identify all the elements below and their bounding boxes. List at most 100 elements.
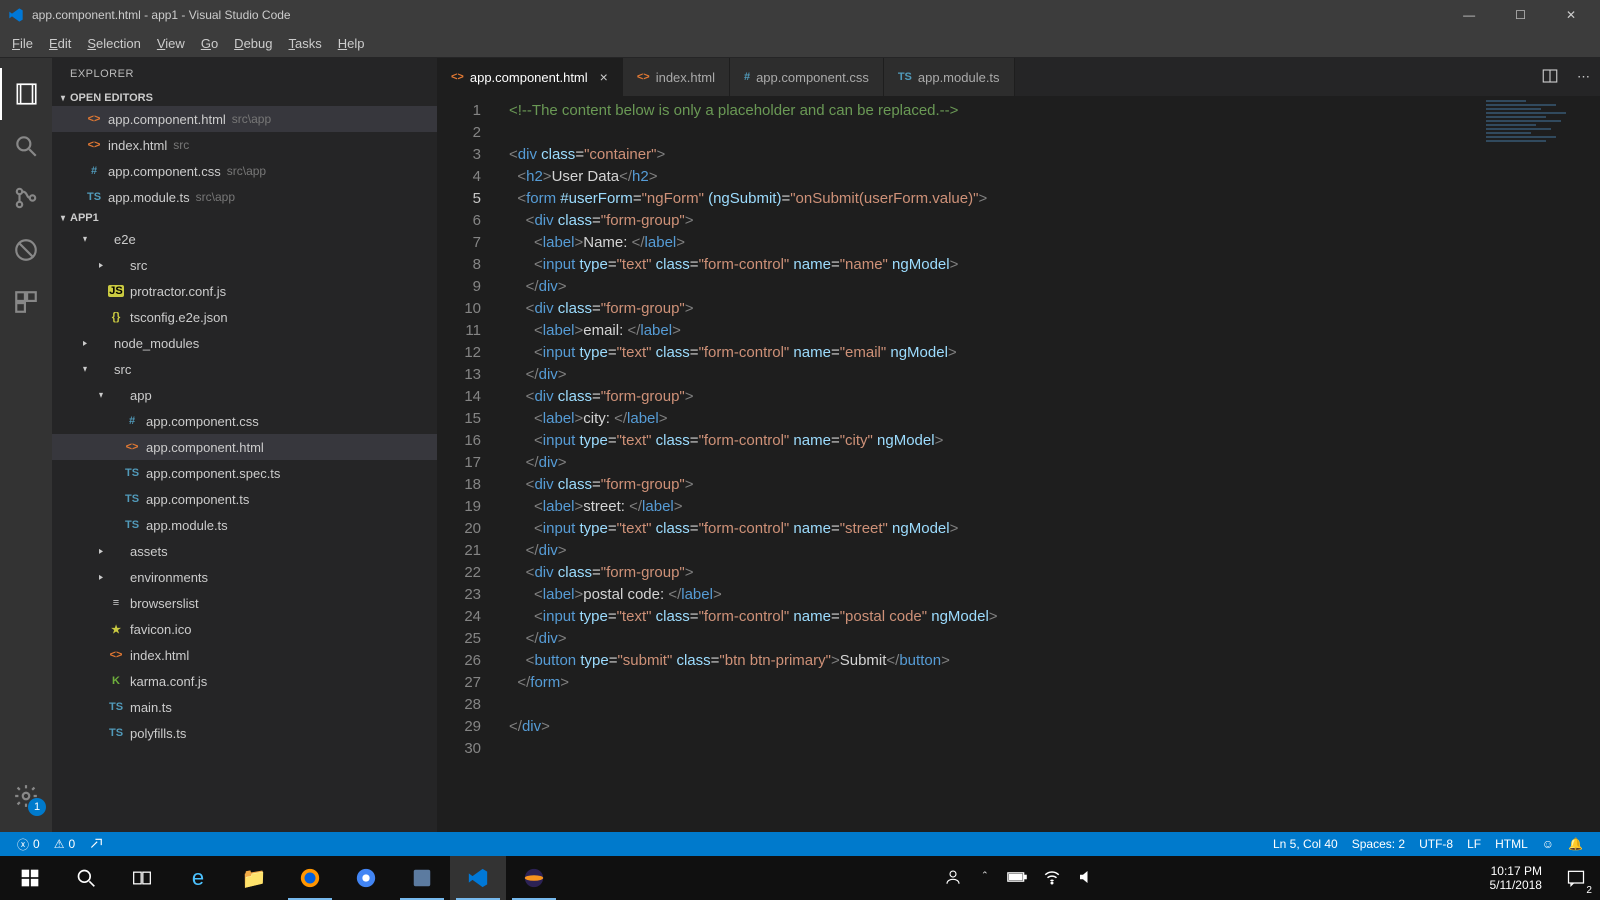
chrome-taskbar[interactable]: [338, 856, 394, 900]
project-header[interactable]: ▾APP1: [52, 210, 437, 226]
close-button[interactable]: ✕: [1558, 8, 1584, 22]
open-editor-item[interactable]: TSapp.module.tssrc\app: [52, 184, 437, 210]
file-icon: <>: [108, 649, 124, 661]
file-tree-item[interactable]: ★favicon.ico: [52, 616, 437, 642]
file-tree-item[interactable]: ▾app: [52, 382, 437, 408]
file-tree-item[interactable]: ▸assets: [52, 538, 437, 564]
live-server-icon[interactable]: [82, 837, 110, 851]
file-icon: ≡: [108, 597, 124, 609]
language-status[interactable]: HTML: [1488, 837, 1535, 851]
menubar: FileEditSelectionViewGoDebugTasksHelp: [0, 30, 1600, 58]
notifications-icon[interactable]: 🔔: [1561, 837, 1590, 851]
scm-activity[interactable]: [0, 172, 52, 224]
file-tree-item[interactable]: TSapp.component.ts: [52, 486, 437, 512]
menu-go[interactable]: Go: [193, 32, 226, 55]
settings-badge: 1: [28, 798, 46, 816]
vscode-taskbar[interactable]: [450, 856, 506, 900]
file-tree-item[interactable]: <>app.component.html: [52, 434, 437, 460]
file-tree-item[interactable]: #app.component.css: [52, 408, 437, 434]
file-icon: K: [108, 675, 124, 687]
editor-tab[interactable]: TSapp.module.ts: [884, 58, 1015, 96]
open-editor-item[interactable]: <>index.htmlsrc: [52, 132, 437, 158]
file-tree-item[interactable]: ▾src: [52, 356, 437, 382]
editor-tab[interactable]: <> app.component.html ×: [437, 58, 623, 96]
minimap: [1486, 100, 1586, 300]
editor-tabs: <> app.component.html × <>index.html # app.co…: [437, 58, 1600, 96]
editor-tab[interactable]: <>index.html: [623, 58, 730, 96]
file-icon: <>: [86, 113, 102, 125]
start-button[interactable]: [2, 856, 58, 900]
tab-label: app.component.css: [756, 70, 869, 85]
app-taskbar[interactable]: [394, 856, 450, 900]
statusbar: ⓧ 0 ⚠ 0 Ln 5, Col 40 Spaces: 2 UTF-8 LF …: [0, 832, 1600, 856]
wifi-tray-icon[interactable]: [1043, 868, 1061, 889]
debug-activity[interactable]: [0, 224, 52, 276]
file-tree-item[interactable]: TSapp.component.spec.ts: [52, 460, 437, 486]
file-tree-item[interactable]: ▾e2e: [52, 226, 437, 252]
file-tree-item[interactable]: TSpolyfills.ts: [52, 720, 437, 746]
problems-warnings[interactable]: ⚠ 0: [47, 837, 82, 851]
task-view[interactable]: [114, 856, 170, 900]
menu-tasks[interactable]: Tasks: [280, 32, 329, 55]
menu-help[interactable]: Help: [330, 32, 373, 55]
ie-taskbar[interactable]: e: [170, 856, 226, 900]
extensions-activity[interactable]: [0, 276, 52, 328]
open-editors-header[interactable]: ▾OPEN EDITORS: [52, 90, 437, 106]
menu-file[interactable]: File: [4, 32, 41, 55]
menu-debug[interactable]: Debug: [226, 32, 280, 55]
file-tree-item[interactable]: TSapp.module.ts: [52, 512, 437, 538]
people-tray-icon[interactable]: [944, 868, 962, 889]
open-editor-item[interactable]: #app.component.csssrc\app: [52, 158, 437, 184]
file-tree-item[interactable]: Kkarma.conf.js: [52, 668, 437, 694]
file-icon: <>: [86, 139, 102, 151]
indent-status[interactable]: Spaces: 2: [1345, 837, 1412, 851]
file-tree-item[interactable]: ≡browserslist: [52, 590, 437, 616]
file-tree-item[interactable]: JSprotractor.conf.js: [52, 278, 437, 304]
battery-tray-icon[interactable]: [1007, 870, 1027, 887]
taskbar-clock[interactable]: 10:17 PM 5/11/2018: [1477, 864, 1554, 892]
file-tree-item[interactable]: <>index.html: [52, 642, 437, 668]
firefox-taskbar[interactable]: [282, 856, 338, 900]
file-icon: #: [86, 165, 102, 177]
file-tree-item[interactable]: {}tsconfig.e2e.json: [52, 304, 437, 330]
activity-bar: 1: [0, 58, 52, 832]
menu-selection[interactable]: Selection: [79, 32, 148, 55]
more-actions-icon[interactable]: ⋯: [1577, 69, 1590, 85]
code-editor[interactable]: 1234567891011121314151617181920212223242…: [437, 96, 1600, 832]
split-editor-icon[interactable]: [1541, 67, 1559, 88]
encoding-status[interactable]: UTF-8: [1412, 837, 1460, 851]
problems-errors[interactable]: ⓧ 0: [10, 836, 47, 853]
maximize-button[interactable]: ☐: [1507, 8, 1534, 22]
minimize-button[interactable]: —: [1455, 8, 1483, 22]
feedback-icon[interactable]: ☺: [1535, 837, 1561, 851]
titlebar: app.component.html - app1 - Visual Studi…: [0, 0, 1600, 30]
file-tree-item[interactable]: ▸src: [52, 252, 437, 278]
tab-label: app.component.html: [470, 70, 588, 85]
cursor-position[interactable]: Ln 5, Col 40: [1266, 837, 1345, 851]
open-editor-item[interactable]: <>app.component.htmlsrc\app: [52, 106, 437, 132]
file-tree-item[interactable]: ▸environments: [52, 564, 437, 590]
file-icon: TS: [86, 191, 102, 203]
file-icon: #: [744, 71, 750, 83]
menu-edit[interactable]: Edit: [41, 32, 79, 55]
action-center[interactable]: 2: [1554, 856, 1598, 900]
file-tree-item[interactable]: ▸node_modules: [52, 330, 437, 356]
eol-status[interactable]: LF: [1460, 837, 1488, 851]
file-icon: {}: [108, 311, 124, 323]
file-icon: JS: [108, 285, 124, 297]
search-activity[interactable]: [0, 120, 52, 172]
tray-chevron-icon[interactable]: ＾: [978, 869, 991, 888]
settings-activity[interactable]: 1: [0, 770, 52, 822]
eclipse-taskbar[interactable]: [506, 856, 562, 900]
volume-tray-icon[interactable]: [1077, 868, 1095, 889]
explorer-taskbar[interactable]: 📁: [226, 856, 282, 900]
tab-label: app.module.ts: [918, 70, 1000, 85]
file-tree-item[interactable]: TSmain.ts: [52, 694, 437, 720]
menu-view[interactable]: View: [149, 32, 193, 55]
editor-tab[interactable]: # app.component.css: [730, 58, 884, 96]
search-taskbar[interactable]: [58, 856, 114, 900]
close-tab-icon[interactable]: ×: [600, 69, 608, 85]
file-icon: <>: [451, 71, 464, 83]
explorer-activity[interactable]: [0, 68, 52, 120]
file-icon: ★: [108, 623, 124, 636]
